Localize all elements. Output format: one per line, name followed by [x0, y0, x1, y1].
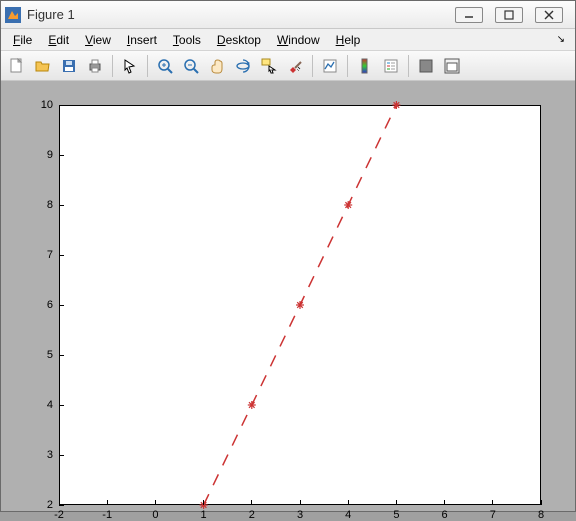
y-tick-label: 10 — [25, 99, 53, 111]
x-tick — [203, 500, 204, 505]
toolbar-separator — [147, 55, 148, 77]
y-tick-label: 6 — [25, 299, 53, 311]
open-file-button[interactable] — [31, 54, 55, 78]
toolbar-separator — [112, 55, 113, 77]
toolbar-separator — [312, 55, 313, 77]
y-tick-label: 9 — [25, 149, 53, 161]
x-tick-label: 1 — [201, 509, 207, 521]
dock-arrow-icon[interactable]: ↘ — [557, 34, 569, 45]
y-tick-label: 3 — [25, 449, 53, 461]
x-tick — [492, 500, 493, 505]
y-tick-label: 7 — [25, 249, 53, 261]
save-button[interactable] — [57, 54, 81, 78]
x-tick — [396, 500, 397, 505]
y-tick — [59, 405, 64, 406]
y-tick — [59, 455, 64, 456]
menu-desktop[interactable]: Desktop — [211, 31, 267, 49]
y-tick-label: 8 — [25, 199, 53, 211]
zoom-out-button[interactable] — [179, 54, 203, 78]
hide-tools-button[interactable] — [414, 54, 438, 78]
edit-plot-button[interactable] — [118, 54, 142, 78]
menu-help[interactable]: Help — [330, 31, 367, 49]
menu-view[interactable]: View — [79, 31, 117, 49]
minimize-button[interactable] — [455, 7, 483, 23]
y-tick — [59, 255, 64, 256]
y-tick-label: 2 — [25, 499, 53, 511]
x-tick — [444, 500, 445, 505]
matlab-icon — [5, 7, 21, 23]
y-tick — [59, 155, 64, 156]
y-tick — [59, 305, 64, 306]
x-tick — [59, 500, 60, 505]
maximize-button[interactable] — [495, 7, 523, 23]
brush-button[interactable] — [283, 54, 307, 78]
figure-canvas: 2345678910-2-1012345678 — [1, 81, 575, 511]
y-tick — [59, 505, 64, 506]
y-tick-label: 4 — [25, 399, 53, 411]
toolbar-separator — [408, 55, 409, 77]
x-tick-label: 7 — [490, 509, 496, 521]
x-tick-label: 2 — [249, 509, 255, 521]
print-button[interactable] — [83, 54, 107, 78]
close-button[interactable] — [535, 7, 563, 23]
line-plot — [59, 105, 541, 505]
x-tick-label: 3 — [297, 509, 303, 521]
menu-window[interactable]: Window — [271, 31, 326, 49]
figure-window: Figure 1 File Edit View Insert Tools Des… — [0, 0, 576, 512]
x-tick — [348, 500, 349, 505]
x-tick-label: 5 — [393, 509, 399, 521]
menu-file[interactable]: File — [7, 31, 38, 49]
new-figure-button[interactable] — [5, 54, 29, 78]
y-tick — [59, 205, 64, 206]
zoom-in-button[interactable] — [153, 54, 177, 78]
insert-colorbar-button[interactable] — [353, 54, 377, 78]
x-tick — [155, 500, 156, 505]
x-tick — [541, 500, 542, 505]
x-tick-label: 8 — [538, 509, 544, 521]
menu-insert[interactable]: Insert — [121, 31, 163, 49]
rotate-3d-button[interactable] — [231, 54, 255, 78]
x-tick — [107, 500, 108, 505]
window-buttons — [455, 7, 571, 23]
axes[interactable]: 2345678910-2-1012345678 — [59, 105, 541, 505]
x-tick-label: -1 — [102, 509, 112, 521]
data-cursor-button[interactable] — [257, 54, 281, 78]
y-tick — [59, 105, 64, 106]
link-plot-button[interactable] — [318, 54, 342, 78]
insert-legend-button[interactable] — [379, 54, 403, 78]
toolbar — [1, 51, 575, 81]
x-tick-label: -2 — [54, 509, 64, 521]
x-tick — [251, 500, 252, 505]
x-tick-label: 6 — [442, 509, 448, 521]
menubar: File Edit View Insert Tools Desktop Wind… — [1, 29, 575, 51]
menu-edit[interactable]: Edit — [42, 31, 75, 49]
toolbar-separator — [347, 55, 348, 77]
y-tick-label: 5 — [25, 349, 53, 361]
titlebar: Figure 1 — [1, 1, 575, 29]
y-tick — [59, 355, 64, 356]
x-tick-label: 4 — [345, 509, 351, 521]
x-tick — [300, 500, 301, 505]
menu-tools[interactable]: Tools — [167, 31, 207, 49]
window-title: Figure 1 — [27, 7, 455, 22]
dock-figure-button[interactable] — [440, 54, 464, 78]
x-tick-label: 0 — [152, 509, 158, 521]
pan-button[interactable] — [205, 54, 229, 78]
